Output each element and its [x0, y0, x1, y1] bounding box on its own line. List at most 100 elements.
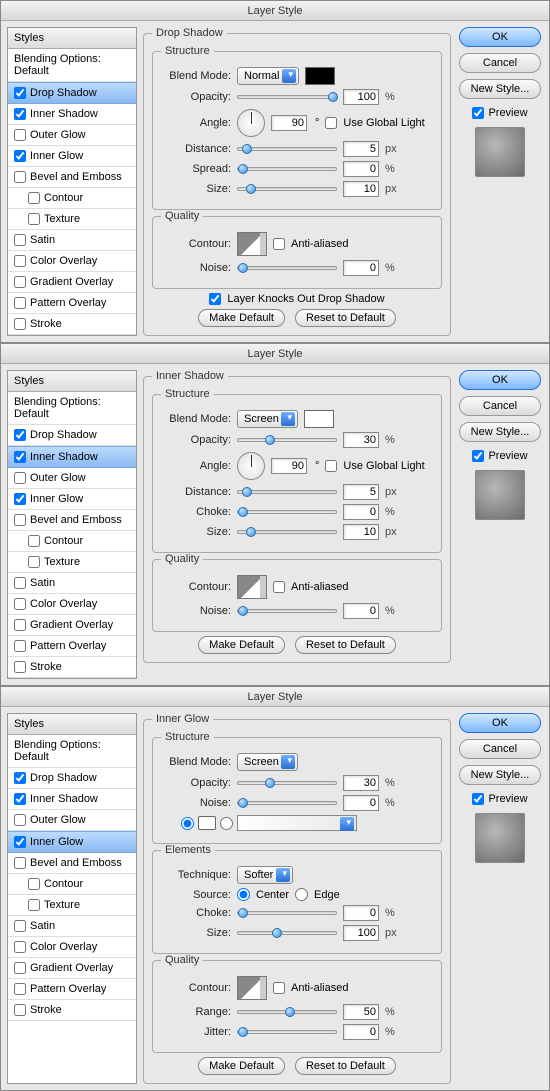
- size-slider[interactable]: [237, 530, 337, 534]
- sidebar-item-stroke[interactable]: Stroke: [8, 1000, 136, 1021]
- sidebar-item-inner-glow[interactable]: Inner Glow: [8, 146, 136, 167]
- texture-checkbox[interactable]: [28, 213, 40, 225]
- contour-picker[interactable]: [237, 575, 267, 599]
- use-global-light-checkbox[interactable]: [325, 460, 337, 472]
- angle-field[interactable]: [271, 458, 307, 474]
- blending-options[interactable]: Blending Options: Default: [8, 735, 136, 768]
- reset-default-button[interactable]: Reset to Default: [295, 636, 396, 654]
- sidebar-item-gradient-overlay[interactable]: Gradient Overlay: [8, 615, 136, 636]
- make-default-button[interactable]: Make Default: [198, 636, 285, 654]
- sidebar-item-contour[interactable]: Contour: [8, 874, 136, 895]
- sidebar-item-gradient-overlay[interactable]: Gradient Overlay: [8, 958, 136, 979]
- preview-checkbox[interactable]: [472, 450, 484, 462]
- opacity-slider[interactable]: [237, 438, 337, 442]
- styles-header[interactable]: Styles: [8, 714, 136, 735]
- choke-slider[interactable]: [237, 911, 337, 915]
- choke-field[interactable]: [343, 504, 379, 520]
- satin-checkbox[interactable]: [14, 234, 26, 246]
- noise-slider[interactable]: [237, 266, 337, 270]
- range-slider[interactable]: [237, 1010, 337, 1014]
- size-field[interactable]: [343, 925, 379, 941]
- inner-shadow-checkbox[interactable]: [14, 108, 26, 120]
- new-style-button[interactable]: New Style...: [459, 422, 541, 442]
- sidebar-item-pattern-overlay[interactable]: Pattern Overlay: [8, 979, 136, 1000]
- distance-slider[interactable]: [237, 147, 337, 151]
- sidebar-item-color-overlay[interactable]: Color Overlay: [8, 594, 136, 615]
- sidebar-item-bevel[interactable]: Bevel and Emboss: [8, 167, 136, 188]
- sidebar-item-satin[interactable]: Satin: [8, 230, 136, 251]
- sidebar-item-stroke[interactable]: Stroke: [8, 657, 136, 678]
- sidebar-item-outer-glow[interactable]: Outer Glow: [8, 125, 136, 146]
- noise-slider[interactable]: [237, 609, 337, 613]
- technique-select[interactable]: Softer: [237, 866, 293, 884]
- layer-knocks-checkbox[interactable]: [209, 293, 221, 305]
- sidebar-item-outer-glow[interactable]: Outer Glow: [8, 468, 136, 489]
- sidebar-item-drop-shadow[interactable]: Drop Shadow: [8, 425, 136, 446]
- glow-gradient-picker[interactable]: [237, 815, 357, 831]
- color-swatch[interactable]: [304, 410, 334, 428]
- noise-field[interactable]: [343, 603, 379, 619]
- opacity-field[interactable]: [343, 775, 379, 791]
- blending-options[interactable]: Blending Options: Default: [8, 392, 136, 425]
- blend-mode-select[interactable]: Screen: [237, 410, 298, 428]
- blend-mode-select[interactable]: Normal: [237, 67, 299, 85]
- sidebar-item-color-overlay[interactable]: Color Overlay: [8, 251, 136, 272]
- angle-dial[interactable]: [237, 109, 265, 137]
- anti-aliased-checkbox[interactable]: [273, 238, 285, 250]
- sidebar-item-texture[interactable]: Texture: [8, 209, 136, 230]
- sidebar-item-texture[interactable]: Texture: [8, 552, 136, 573]
- size-slider[interactable]: [237, 931, 337, 935]
- range-field[interactable]: [343, 1004, 379, 1020]
- bevel-checkbox[interactable]: [14, 171, 26, 183]
- outer-glow-checkbox[interactable]: [14, 129, 26, 141]
- preview-checkbox[interactable]: [472, 793, 484, 805]
- sidebar-item-inner-glow[interactable]: Inner Glow: [8, 489, 136, 510]
- blend-mode-select[interactable]: Screen: [237, 753, 298, 771]
- sidebar-item-inner-glow[interactable]: Inner Glow: [8, 831, 136, 853]
- jitter-field[interactable]: [343, 1024, 379, 1040]
- new-style-button[interactable]: New Style...: [459, 765, 541, 785]
- sidebar-item-drop-shadow[interactable]: Drop Shadow: [8, 768, 136, 789]
- blending-options[interactable]: Blending Options: Default: [8, 49, 136, 82]
- pattern-overlay-checkbox[interactable]: [14, 297, 26, 309]
- styles-header[interactable]: Styles: [8, 371, 136, 392]
- sidebar-item-inner-shadow[interactable]: Inner Shadow: [8, 446, 136, 468]
- opacity-slider[interactable]: [237, 781, 337, 785]
- angle-dial[interactable]: [237, 452, 265, 480]
- sidebar-item-inner-shadow[interactable]: Inner Shadow: [8, 789, 136, 810]
- angle-field[interactable]: [271, 115, 307, 131]
- cancel-button[interactable]: Cancel: [459, 53, 541, 73]
- choke-slider[interactable]: [237, 510, 337, 514]
- new-style-button[interactable]: New Style...: [459, 79, 541, 99]
- glow-gradient-radio[interactable]: [220, 817, 233, 830]
- use-global-light-checkbox[interactable]: [325, 117, 337, 129]
- size-slider[interactable]: [237, 187, 337, 191]
- choke-field[interactable]: [343, 905, 379, 921]
- anti-aliased-checkbox[interactable]: [273, 982, 285, 994]
- ok-button[interactable]: OK: [459, 370, 541, 390]
- sidebar-item-pattern-overlay[interactable]: Pattern Overlay: [8, 293, 136, 314]
- spread-field[interactable]: [343, 161, 379, 177]
- cancel-button[interactable]: Cancel: [459, 739, 541, 759]
- ok-button[interactable]: OK: [459, 27, 541, 47]
- stroke-checkbox[interactable]: [14, 318, 26, 330]
- preview-checkbox[interactable]: [472, 107, 484, 119]
- color-overlay-checkbox[interactable]: [14, 255, 26, 267]
- gradient-overlay-checkbox[interactable]: [14, 276, 26, 288]
- source-center-radio[interactable]: [237, 888, 250, 901]
- reset-default-button[interactable]: Reset to Default: [295, 309, 396, 327]
- sidebar-item-color-overlay[interactable]: Color Overlay: [8, 937, 136, 958]
- noise-field[interactable]: [343, 260, 379, 276]
- sidebar-item-contour[interactable]: Contour: [8, 531, 136, 552]
- sidebar-item-texture[interactable]: Texture: [8, 895, 136, 916]
- opacity-slider[interactable]: [237, 95, 337, 99]
- spread-slider[interactable]: [237, 167, 337, 171]
- sidebar-item-drop-shadow[interactable]: Drop Shadow: [8, 82, 136, 104]
- anti-aliased-checkbox[interactable]: [273, 581, 285, 593]
- contour-picker[interactable]: [237, 232, 267, 256]
- sidebar-item-contour[interactable]: Contour: [8, 188, 136, 209]
- color-swatch[interactable]: [305, 67, 335, 85]
- opacity-field[interactable]: [343, 89, 379, 105]
- distance-field[interactable]: [343, 141, 379, 157]
- glow-color-swatch[interactable]: [198, 816, 216, 830]
